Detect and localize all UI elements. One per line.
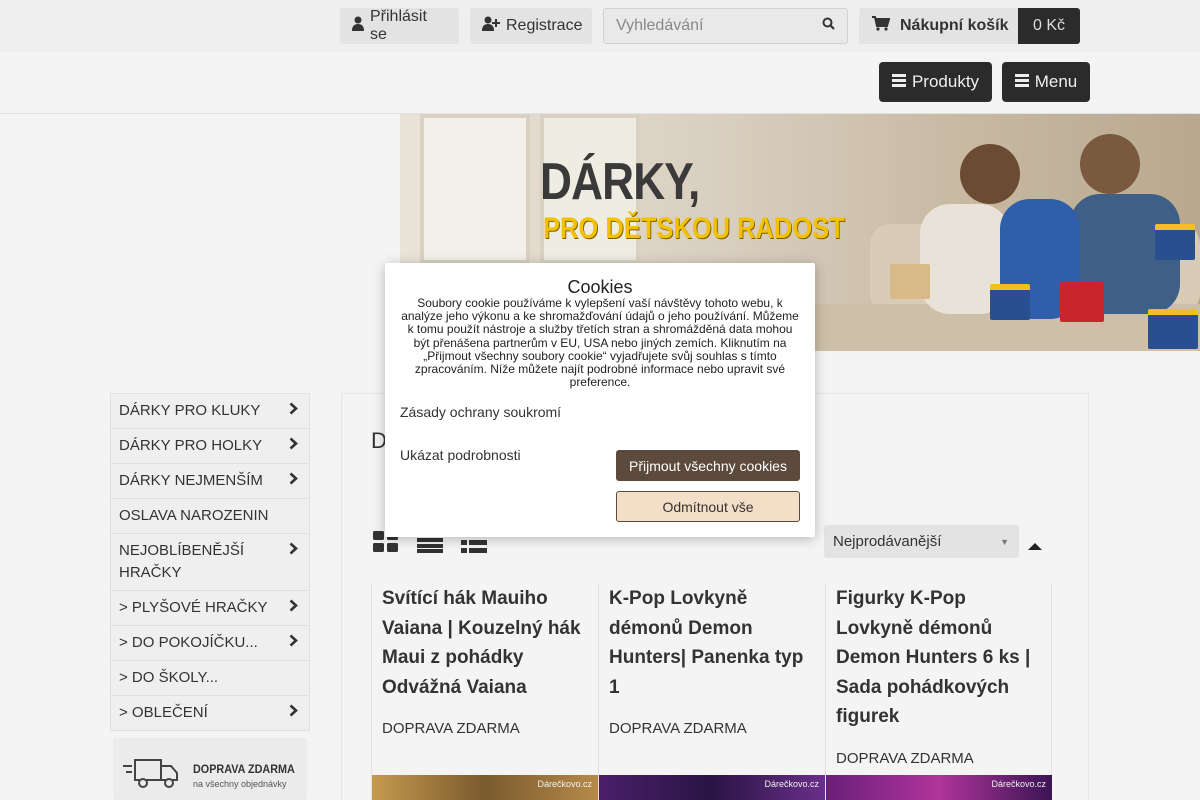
- product-card[interactable]: Svítící hák Mauiho Vaiana | Kouzelný hák…: [371, 584, 598, 800]
- hamburger-icon: [1014, 72, 1029, 92]
- product-watermark: Dárečkovo.cz: [764, 779, 819, 789]
- chevron-right-icon[interactable]: [285, 702, 301, 724]
- register-button[interactable]: Registrace: [470, 8, 592, 44]
- free-shipping-promo[interactable]: DOPRAVA ZDARMA na všechny objednávky: [113, 738, 307, 800]
- product-image[interactable]: Dárečkovo.cz: [599, 775, 825, 800]
- sidebar-item-label: > PLYŠOVÉ HRAČKY: [119, 599, 268, 616]
- promo-subtitle: na všechny objednávky: [193, 779, 287, 789]
- gift-box: [890, 264, 930, 299]
- sidebar-item-label: > DO POKOJÍČKU...: [119, 634, 258, 651]
- cart-icon: [872, 16, 891, 36]
- menu-button[interactable]: Menu: [1002, 62, 1090, 102]
- sidebar-item-darky-nejmensim[interactable]: DÁRKY NEJMENŠÍM: [111, 464, 309, 499]
- shipping-label: DOPRAVA ZDARMA: [382, 720, 520, 737]
- sidebar-item-plysove-hracky[interactable]: > PLYŠOVÉ HRAČKY: [111, 591, 309, 626]
- gift-box: [990, 284, 1030, 320]
- shipping-label: DOPRAVA ZDARMA: [836, 750, 974, 767]
- product-name[interactable]: K-Pop Lovkyně démonů Demon Hunters| Pane…: [609, 584, 819, 702]
- category-sidebar: DÁRKY PRO KLUKY DÁRKY PRO HOLKY DÁRKY NE…: [110, 393, 310, 731]
- sidebar-item-label: DÁRKY PRO HOLKY: [119, 437, 263, 454]
- hamburger-icon: [891, 72, 906, 92]
- product-name[interactable]: Svítící hák Mauiho Vaiana | Kouzelný hák…: [382, 584, 592, 702]
- caret-down-icon: ▼: [1000, 537, 1009, 547]
- chevron-right-icon[interactable]: [285, 540, 301, 562]
- product-grid: Svítící hák Mauiho Vaiana | Kouzelný hák…: [371, 584, 1052, 800]
- sidebar-item-label: DÁRKY NEJMENŠÍM: [119, 472, 263, 489]
- promo-title: DOPRAVA ZDARMA: [193, 762, 295, 776]
- sidebar-item-obleceni[interactable]: > OBLEČENÍ: [111, 696, 309, 730]
- product-name[interactable]: Figurky K-Pop Lovkyně démonů Demon Hunte…: [836, 584, 1046, 732]
- login-button[interactable]: Přihlásit se: [340, 8, 459, 44]
- chevron-right-icon[interactable]: [285, 632, 301, 654]
- chevron-right-icon[interactable]: [285, 435, 301, 457]
- top-bar: Přihlásit se Registrace Nákupní košík 0 …: [0, 0, 1200, 52]
- search-button[interactable]: [809, 9, 847, 43]
- register-label: Registrace: [506, 17, 583, 34]
- sidebar-item-oslava-narozenin[interactable]: OSLAVA NAROZENIN: [111, 499, 309, 534]
- banner-subheadline: PRO DĚTSKOU RADOST: [543, 212, 845, 245]
- product-watermark: Dárečkovo.cz: [537, 779, 592, 789]
- sidebar-item-label: > DO ŠKOLY...: [119, 669, 219, 686]
- product-watermark: Dárečkovo.cz: [991, 779, 1046, 789]
- banner-headline: DÁRKY,: [540, 153, 700, 211]
- chevron-right-icon[interactable]: [285, 597, 301, 619]
- cart-button[interactable]: Nákupní košík 0 Kč: [859, 8, 1080, 44]
- sort-selected: Nejprodávanější: [833, 533, 942, 550]
- banner-person: [960, 144, 1020, 204]
- product-card[interactable]: Figurky K-Pop Lovkyně démonů Demon Hunte…: [825, 584, 1052, 800]
- search-box: [603, 8, 848, 44]
- sidebar-item-darky-pro-kluky[interactable]: DÁRKY PRO KLUKY: [111, 394, 309, 429]
- product-image[interactable]: Dárečkovo.cz: [372, 775, 598, 800]
- banner-window: [420, 114, 530, 264]
- product-card[interactable]: K-Pop Lovkyně démonů Demon Hunters| Pane…: [598, 584, 825, 800]
- user-icon: [352, 16, 364, 36]
- sidebar-item-label: DÁRKY PRO KLUKY: [119, 402, 261, 419]
- cookie-dialog: Cookies Soubory cookie používáme k vylep…: [385, 263, 815, 537]
- reject-all-button[interactable]: Odmítnout vše: [616, 491, 800, 522]
- shipping-label: DOPRAVA ZDARMA: [609, 720, 747, 737]
- cart-label: Nákupní košík: [900, 17, 1009, 34]
- sidebar-item-label: NEJOBLÍBENĚJŠÍ HRAČKY: [119, 542, 245, 581]
- sidebar-item-label: OSLAVA NAROZENIN: [119, 507, 269, 524]
- chevron-right-icon[interactable]: [285, 400, 301, 422]
- menu-label: Menu: [1034, 72, 1078, 91]
- banner-left-space: [0, 114, 400, 351]
- sidebar-item-label: > OBLEČENÍ: [119, 704, 208, 721]
- accept-all-cookies-button[interactable]: Přijmout všechny cookies: [616, 450, 800, 481]
- search-input[interactable]: [604, 17, 809, 35]
- show-details-link[interactable]: Ukázat podrobnosti: [400, 447, 521, 463]
- sort-ascending-icon[interactable]: [1027, 538, 1043, 556]
- cookie-text: Soubory cookie používáme k vylepšení vaš…: [401, 296, 799, 390]
- products-button[interactable]: Produkty: [879, 62, 992, 102]
- gift-box: [1060, 282, 1104, 322]
- cart-total[interactable]: 0 Kč: [1018, 8, 1080, 44]
- sidebar-item-nejoblibenejsi-hracky[interactable]: NEJOBLÍBENĚJŠÍ HRAČKY: [111, 534, 309, 591]
- products-label: Produkty: [911, 72, 980, 91]
- search-icon: [822, 17, 835, 35]
- nav-row: Produkty Menu: [0, 52, 1200, 114]
- product-image[interactable]: Dárečkovo.cz: [826, 775, 1052, 800]
- gift-box: [1155, 224, 1195, 260]
- cookie-title: Cookies: [567, 277, 633, 297]
- sidebar-item-darky-pro-holky[interactable]: DÁRKY PRO HOLKY: [111, 429, 309, 464]
- banner-person: [1080, 134, 1140, 194]
- privacy-policy-link[interactable]: Zásady ochrany soukromí: [400, 404, 561, 420]
- sidebar-item-do-pokojicku[interactable]: > DO POKOJÍČKU...: [111, 626, 309, 661]
- truck-icon: [123, 754, 181, 795]
- chevron-right-icon[interactable]: [285, 470, 301, 492]
- gift-box: [1148, 309, 1198, 349]
- sidebar-item-do-skoly[interactable]: > DO ŠKOLY...: [111, 661, 309, 696]
- cart-label-area[interactable]: Nákupní košík: [859, 8, 1018, 44]
- sort-select[interactable]: Nejprodávanější ▼: [824, 525, 1019, 558]
- user-plus-icon: [482, 16, 500, 36]
- login-label: Přihlásit se: [370, 8, 427, 43]
